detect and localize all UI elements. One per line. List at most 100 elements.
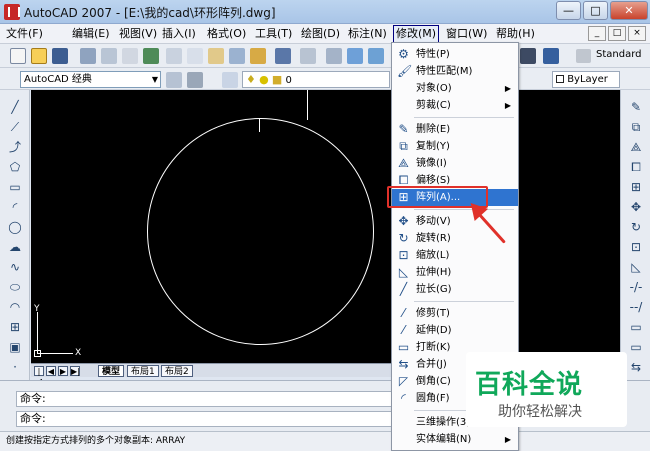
maximize-button[interactable]: □ [583,1,608,20]
pan-icon[interactable] [326,48,342,64]
copy-tool-icon[interactable]: ⧉ [629,120,643,134]
last-tab-icon[interactable]: ▶| [70,366,80,376]
menu-draw[interactable]: 绘图(D) [301,26,340,42]
ellipse-arc-icon[interactable]: ◠ [8,300,22,314]
layer-manager-icon[interactable] [222,72,238,88]
doc-close-button[interactable]: × [628,26,646,41]
block-editor-icon[interactable] [250,48,266,64]
tab-layout2[interactable]: 布局2 [161,365,193,377]
publish-icon[interactable] [122,48,138,64]
menu-view[interactable]: 视图(V) [119,26,157,42]
doc-maximize-button[interactable]: □ [608,26,626,41]
move-tool-icon[interactable]: ✥ [629,200,643,214]
next-tab-icon[interactable]: ▶ [58,366,68,376]
break-at-point-icon[interactable]: ▭ [629,340,643,354]
menu-help[interactable]: 帮助(H) [496,26,535,42]
erase-icon: ✎ [398,122,409,136]
trim-tool-icon[interactable]: -/- [629,280,643,294]
line-icon[interactable]: ╱ [8,100,22,114]
revision-cloud-icon[interactable]: ☁ [8,240,22,254]
open-icon[interactable] [31,48,47,64]
ellipse-icon[interactable]: ⬭ [8,280,22,294]
menu-file[interactable]: 文件(F) [6,26,43,42]
stretch-tool-icon[interactable]: ◺ [629,260,643,274]
erase-tool-icon[interactable]: ✎ [629,100,643,114]
layer-dropdown[interactable]: ♦ ● ■ 0 [242,71,390,88]
menu-item-scale[interactable]: ⊡ 缩放(L) [392,247,518,264]
circle-icon[interactable]: ◯ [8,220,22,234]
minimize-button[interactable]: — [556,1,581,20]
join-tool-icon[interactable]: ⇆ [629,360,643,374]
arc-icon[interactable]: ◜ [8,200,22,214]
match-prop-icon[interactable] [229,48,245,64]
menu-item-copy[interactable]: ⧉ 复制(Y) [392,138,518,155]
close-button[interactable]: ✕ [610,1,648,20]
text-style-icon[interactable] [576,49,591,63]
menu-format[interactable]: 格式(O) [207,26,246,42]
point-icon[interactable]: · [8,360,22,374]
make-block-icon[interactable]: ▣ [8,340,22,354]
break-tool-icon[interactable]: ▭ [629,320,643,334]
scale-tool-icon[interactable]: ⊡ [629,240,643,254]
construction-line-icon[interactable]: ⟋ [8,120,22,134]
menu-modify[interactable]: 修改(M) [393,25,440,43]
menu-item-object[interactable]: 对象(O) ▶ [392,80,518,97]
copy-clip-icon[interactable] [187,48,203,64]
print-icon[interactable] [80,48,96,64]
menu-item-lengthen[interactable]: ╱ 拉长(G) [392,281,518,298]
workspace-settings-icon[interactable] [166,72,182,88]
polygon-icon[interactable]: ⬠ [8,160,22,174]
polyline-icon[interactable]: ⤴ [8,140,22,154]
paste-icon[interactable] [208,48,224,64]
lengthen-icon: ╱ [399,282,408,296]
insert-block-icon[interactable]: ⊞ [8,320,22,334]
offset-tool-icon[interactable]: ⧠ [629,160,643,174]
menu-window[interactable]: 窗口(W) [446,26,487,42]
rotate-tool-icon[interactable]: ↻ [629,220,643,234]
redo-icon[interactable] [300,48,316,64]
rectangle-icon[interactable]: ▭ [8,180,22,194]
first-tab-icon[interactable]: |◀ [34,366,44,386]
mirror-tool-icon[interactable]: ⟁ [629,140,643,154]
new-icon[interactable] [10,48,26,64]
save-icon[interactable] [52,48,68,64]
menu-edit[interactable]: 编辑(E) [72,26,110,42]
menu-item-stretch[interactable]: ◺ 拉伸(H) [392,264,518,281]
menu-item-trim[interactable]: ⁄ 修剪(T) [392,305,518,322]
plot-preview-icon[interactable] [101,48,117,64]
cut-icon[interactable] [166,48,182,64]
zoom-window-icon[interactable] [368,48,384,64]
calculator-icon[interactable] [520,48,536,64]
workspace-dropdown[interactable]: AutoCAD 经典 ▼ [20,71,161,88]
menu-item-extend[interactable]: ⁄ 延伸(D) [392,322,518,339]
menu-item-mirror[interactable]: ⟁ 镜像(I) [392,155,518,172]
drawing-area[interactable]: Y X [31,90,620,363]
menu-insert[interactable]: 插入(I) [162,26,196,42]
text-style-value[interactable]: Standard [596,49,642,60]
menu-item-match-properties[interactable]: 🖌 特性匹配(M) [392,63,518,80]
workspace-save-icon[interactable] [187,72,203,88]
menu-dimension[interactable]: 标注(N) [348,26,387,42]
menu-tools[interactable]: 工具(T) [255,26,292,42]
trim-icon: ⁄ [402,306,405,320]
linetype-dropdown[interactable]: ByLayer [552,71,620,88]
zoom-realtime-icon[interactable] [347,48,363,64]
prev-tab-icon[interactable]: ◀ [46,366,56,376]
tab-layout1[interactable]: 布局1 [127,365,159,377]
workspace-value: AutoCAD 经典 [24,74,92,85]
menu-item-move[interactable]: ✥ 移动(V) [392,213,518,230]
extend-tool-icon[interactable]: --/ [629,300,643,314]
undo-icon[interactable] [275,48,291,64]
menu-item-properties[interactable]: ⚙ 特性(P) [392,46,518,63]
doc-minimize-button[interactable]: _ [588,26,606,41]
menu-item-solid-editing[interactable]: 实体编辑(N) ▶ [392,431,518,448]
tab-model[interactable]: 模型 [98,365,125,377]
spline-icon[interactable]: ∿ [8,260,22,274]
menu-item-clip[interactable]: 剪裁(C) ▶ [392,97,518,114]
layer-value: 0 [285,75,292,86]
help-icon[interactable] [543,48,559,64]
3d-dwf-icon[interactable] [143,48,159,64]
submenu-arrow-icon: ▶ [504,84,511,93]
menu-item-erase[interactable]: ✎ 删除(E) [392,121,518,138]
array-tool-icon[interactable]: ⊞ [629,180,643,194]
